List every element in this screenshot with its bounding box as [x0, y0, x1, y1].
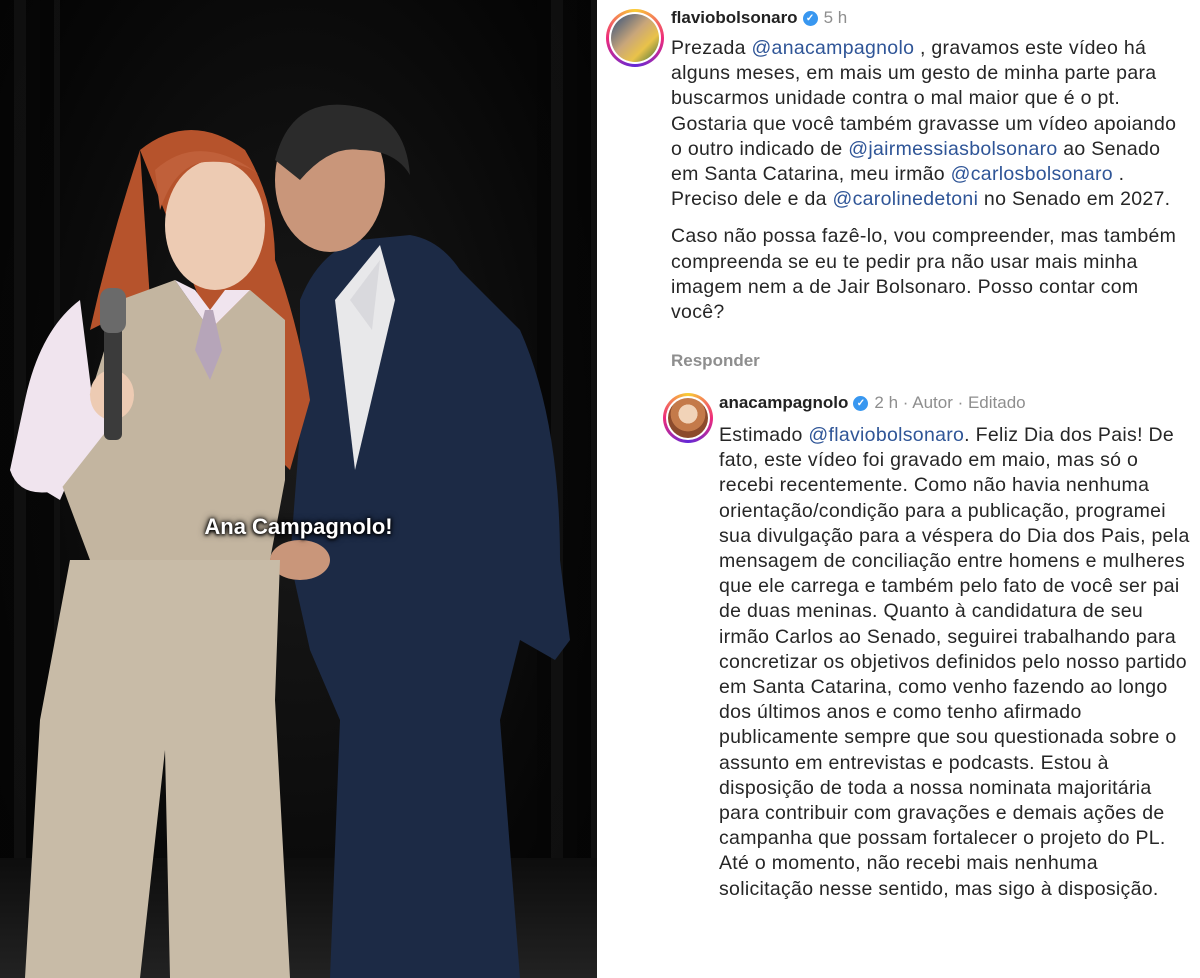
reply-button[interactable]: Responder: [671, 351, 760, 371]
comment-body: Prezada @anacampagnolo , gravamos este v…: [671, 36, 1191, 325]
mention-link[interactable]: @anacampagnolo: [751, 37, 914, 59]
mention-link[interactable]: @flaviobolsonaro: [808, 424, 964, 446]
mention-link[interactable]: @carolinedetoni: [833, 188, 979, 210]
comments-panel: flaviobolsonaro ✓ 5 h Prezada @anacampag…: [600, 0, 1200, 978]
video-frame[interactable]: Ana Campagnolo!: [0, 0, 597, 978]
comment-paragraph: Prezada @anacampagnolo , gravamos este v…: [671, 36, 1191, 212]
comment-text: Estimado: [719, 424, 809, 446]
video-caption: Ana Campagnolo!: [204, 514, 393, 539]
man-figure: [270, 104, 570, 978]
comment-paragraph: Estimado @flaviobolsonaro. Feliz Dia dos…: [719, 423, 1195, 902]
video-scene: [10, 104, 570, 978]
comment-username[interactable]: anacampagnolo: [719, 393, 848, 413]
verified-badge-icon: ✓: [853, 395, 869, 411]
avatar-photo: [611, 14, 659, 62]
comment-text: Prezada: [671, 37, 752, 59]
comment-header: flaviobolsonaro ✓ 5 h: [671, 8, 847, 28]
comment-time: 5 h: [823, 8, 848, 27]
mention-link[interactable]: @carlosbolsonaro: [951, 163, 1113, 185]
comment-text: . Feliz Dia dos Pais! De fato, este víde…: [719, 424, 1190, 900]
comment-header: anacampagnolo ✓ 2 h · Autor · Editado: [719, 393, 1026, 413]
comment-meta: 2 h · Autor · Editado: [874, 393, 1026, 412]
mention-link[interactable]: @jairmessiasbolsonaro: [848, 138, 1057, 160]
verified-badge-icon: ✓: [802, 10, 818, 26]
woman-figure: [10, 130, 310, 978]
comment-text: no Senado em 2027.: [978, 188, 1171, 211]
comment-paragraph: Caso não possa fazê-lo, vou compreender,…: [671, 225, 1177, 324]
reply-body: Estimado @flaviobolsonaro. Feliz Dia dos…: [719, 423, 1195, 902]
comment-username[interactable]: flaviobolsonaro: [671, 8, 798, 28]
avatar-photo: [668, 398, 708, 438]
avatar-anacampagnolo[interactable]: [663, 393, 713, 443]
avatar-flaviobolsonaro[interactable]: [606, 9, 664, 67]
